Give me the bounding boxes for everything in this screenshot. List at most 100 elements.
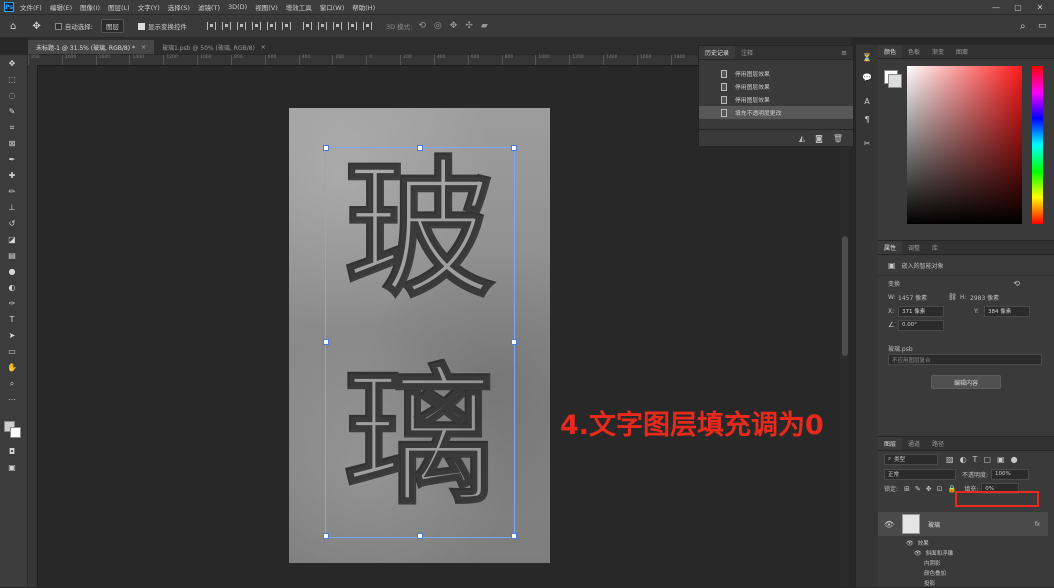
effect-drop-shadow[interactable]: 投影	[924, 579, 935, 587]
transform-handle[interactable]	[323, 339, 329, 345]
layer-name[interactable]: 玻璃	[928, 520, 940, 529]
transform-handle[interactable]	[323, 145, 329, 151]
hue-slider[interactable]	[1032, 66, 1043, 224]
transform-handle[interactable]	[323, 533, 329, 539]
history-item[interactable]: 停用图层效果	[699, 67, 853, 80]
layer-filter-dropdown[interactable]: ⌕ 类型	[884, 453, 938, 465]
layer-row-glass[interactable]: 👁 玻璃 fx	[878, 512, 1048, 536]
angle-field[interactable]: 0.00°	[898, 319, 944, 331]
tab-channels[interactable]: 通道	[902, 437, 926, 450]
brush-tool-icon[interactable]: ✏	[6, 187, 18, 197]
menu-layer[interactable]: 图层(L)	[108, 2, 130, 12]
menu-plugins[interactable]: 增效工具	[286, 2, 312, 12]
tab-color[interactable]: 颜色	[878, 45, 903, 58]
y-position-field[interactable]: 384 像素	[984, 305, 1030, 317]
history-item-active[interactable]: 填充不透明度更改	[699, 106, 853, 119]
pen-tool-icon[interactable]: ✑	[6, 299, 18, 309]
tab-notes[interactable]: 注释	[735, 46, 759, 59]
layer-comp-dropdown[interactable]: 不应用图层复合	[888, 354, 1042, 365]
menu-select[interactable]: 选择(S)	[168, 2, 190, 12]
layer-effects-fx-icon[interactable]: fx	[1034, 521, 1040, 528]
lock-position-icon[interactable]: ✥	[926, 485, 932, 493]
menu-type[interactable]: 文字(Y)	[138, 2, 160, 12]
blend-mode-dropdown[interactable]: 正常	[884, 468, 956, 480]
transform-handle[interactable]	[511, 145, 517, 151]
effect-color-overlay[interactable]: 颜色叠加	[924, 569, 946, 577]
panel-menu-icon[interactable]: ≡	[841, 49, 847, 57]
filter-toggle-icon[interactable]: ●	[1011, 455, 1018, 464]
tab-adjustments[interactable]: 调整	[902, 241, 926, 254]
trash-icon[interactable]: 🗑	[833, 134, 843, 143]
history-item[interactable]: 停用图层效果	[699, 93, 853, 106]
dodge-tool-icon[interactable]: ◐	[6, 283, 18, 293]
search-icon[interactable]: ⌕	[1020, 21, 1026, 32]
move-tool-icon[interactable]: ✥	[32, 21, 40, 32]
history-item[interactable]: 停用图层效果	[699, 80, 853, 93]
tab-properties[interactable]: 属性	[878, 241, 903, 254]
minimize-button[interactable]: —	[986, 0, 1006, 14]
type-tool-icon[interactable]: T	[6, 315, 18, 325]
3d-slide-icon[interactable]: ✣	[465, 21, 473, 31]
tab-libraries[interactable]: 库	[926, 241, 944, 254]
menu-filter[interactable]: 滤镜(T)	[198, 2, 220, 12]
close-tab-icon[interactable]: ×	[261, 44, 266, 51]
tab-gradients[interactable]: 渐变	[926, 45, 950, 58]
close-window-button[interactable]: ✕	[1030, 0, 1050, 14]
menu-window[interactable]: 窗口(W)	[320, 2, 345, 12]
menu-edit[interactable]: 编辑(E)	[50, 2, 72, 12]
filter-pixel-icon[interactable]: ▨	[946, 455, 954, 464]
auto-select-checkbox[interactable]: 自动选择:	[54, 21, 93, 31]
distribute-icon[interactable]	[317, 22, 327, 30]
lasso-tool-icon[interactable]: ◌	[6, 91, 18, 101]
tab-paths[interactable]: 路径	[926, 437, 950, 450]
stamp-tool-icon[interactable]: ⊥	[6, 203, 18, 213]
color-picker-field[interactable]	[907, 66, 1022, 224]
filter-smart-icon[interactable]: ▣	[997, 455, 1005, 464]
distribute-icon[interactable]	[347, 22, 357, 30]
filter-type-icon[interactable]: T	[973, 455, 978, 464]
distribute-icon[interactable]	[332, 22, 342, 30]
eraser-tool-icon[interactable]: ◪	[6, 235, 18, 245]
background-color-swatch[interactable]	[10, 427, 21, 438]
paragraph-panel-icon[interactable]: ¶	[861, 115, 873, 124]
reset-transform-icon[interactable]: ⟲	[1013, 279, 1020, 288]
lock-artboard-icon[interactable]: ⊡	[937, 485, 943, 493]
distribute-icon[interactable]	[362, 22, 372, 30]
eyedropper-tool-icon[interactable]: ✒	[6, 155, 18, 165]
tab-swatches[interactable]: 色板	[902, 45, 926, 58]
maximize-button[interactable]: ▢	[1008, 0, 1028, 14]
transform-handle[interactable]	[511, 339, 517, 345]
align-center-icon[interactable]	[221, 22, 231, 30]
background-color-swatch[interactable]	[888, 74, 902, 88]
close-tab-icon[interactable]: ×	[141, 44, 146, 51]
history-brush-icon[interactable]: ↺	[6, 219, 18, 229]
hand-tool-icon[interactable]: ✋	[6, 363, 18, 373]
align-left-icon[interactable]	[206, 22, 216, 30]
comments-panel-icon[interactable]: 💬	[861, 73, 873, 82]
edit-contents-button[interactable]: 编辑内容	[931, 375, 1001, 389]
new-snapshot-icon[interactable]: ◭	[799, 134, 805, 143]
marquee-tool-icon[interactable]: ⬚	[6, 75, 18, 85]
shape-tool-icon[interactable]: ▭	[6, 347, 18, 357]
crop-tool-icon[interactable]: ⌗	[6, 123, 18, 133]
width-value[interactable]: 1457 像素	[898, 293, 948, 302]
eye-icon[interactable]: 👁	[906, 540, 914, 547]
tab-glass-psb[interactable]: 玻璃1.psb @ 50% (玻璃, RGB/8) ×	[154, 40, 274, 54]
3d-orbit-icon[interactable]: ⟲	[418, 21, 426, 31]
blur-tool-icon[interactable]: ●	[6, 267, 18, 277]
tab-untitled-document[interactable]: 未标题-1 @ 31.5% (玻璃, RGB/8) * ×	[28, 40, 154, 54]
x-position-field[interactable]: 371 像素	[898, 305, 944, 317]
tab-history[interactable]: 历史记录	[699, 46, 736, 59]
eye-icon[interactable]: 👁	[884, 520, 898, 529]
move-tool-icon[interactable]: ✥	[6, 59, 18, 69]
opacity-field[interactable]: 100%	[991, 468, 1030, 480]
gradient-tool-icon[interactable]: ▤	[6, 251, 18, 261]
character-panel-icon[interactable]: A	[861, 97, 873, 106]
3d-pan-icon[interactable]: ✥	[450, 21, 458, 31]
tools-preset-icon[interactable]: ✂	[861, 139, 873, 148]
auto-select-dropdown[interactable]: 图层	[100, 19, 124, 33]
screen-mode-icon[interactable]: ▣	[6, 463, 18, 473]
filter-shape-icon[interactable]: ▢	[983, 455, 991, 464]
align-top-icon[interactable]	[251, 22, 261, 30]
height-value[interactable]: 2983 像素	[970, 293, 999, 302]
